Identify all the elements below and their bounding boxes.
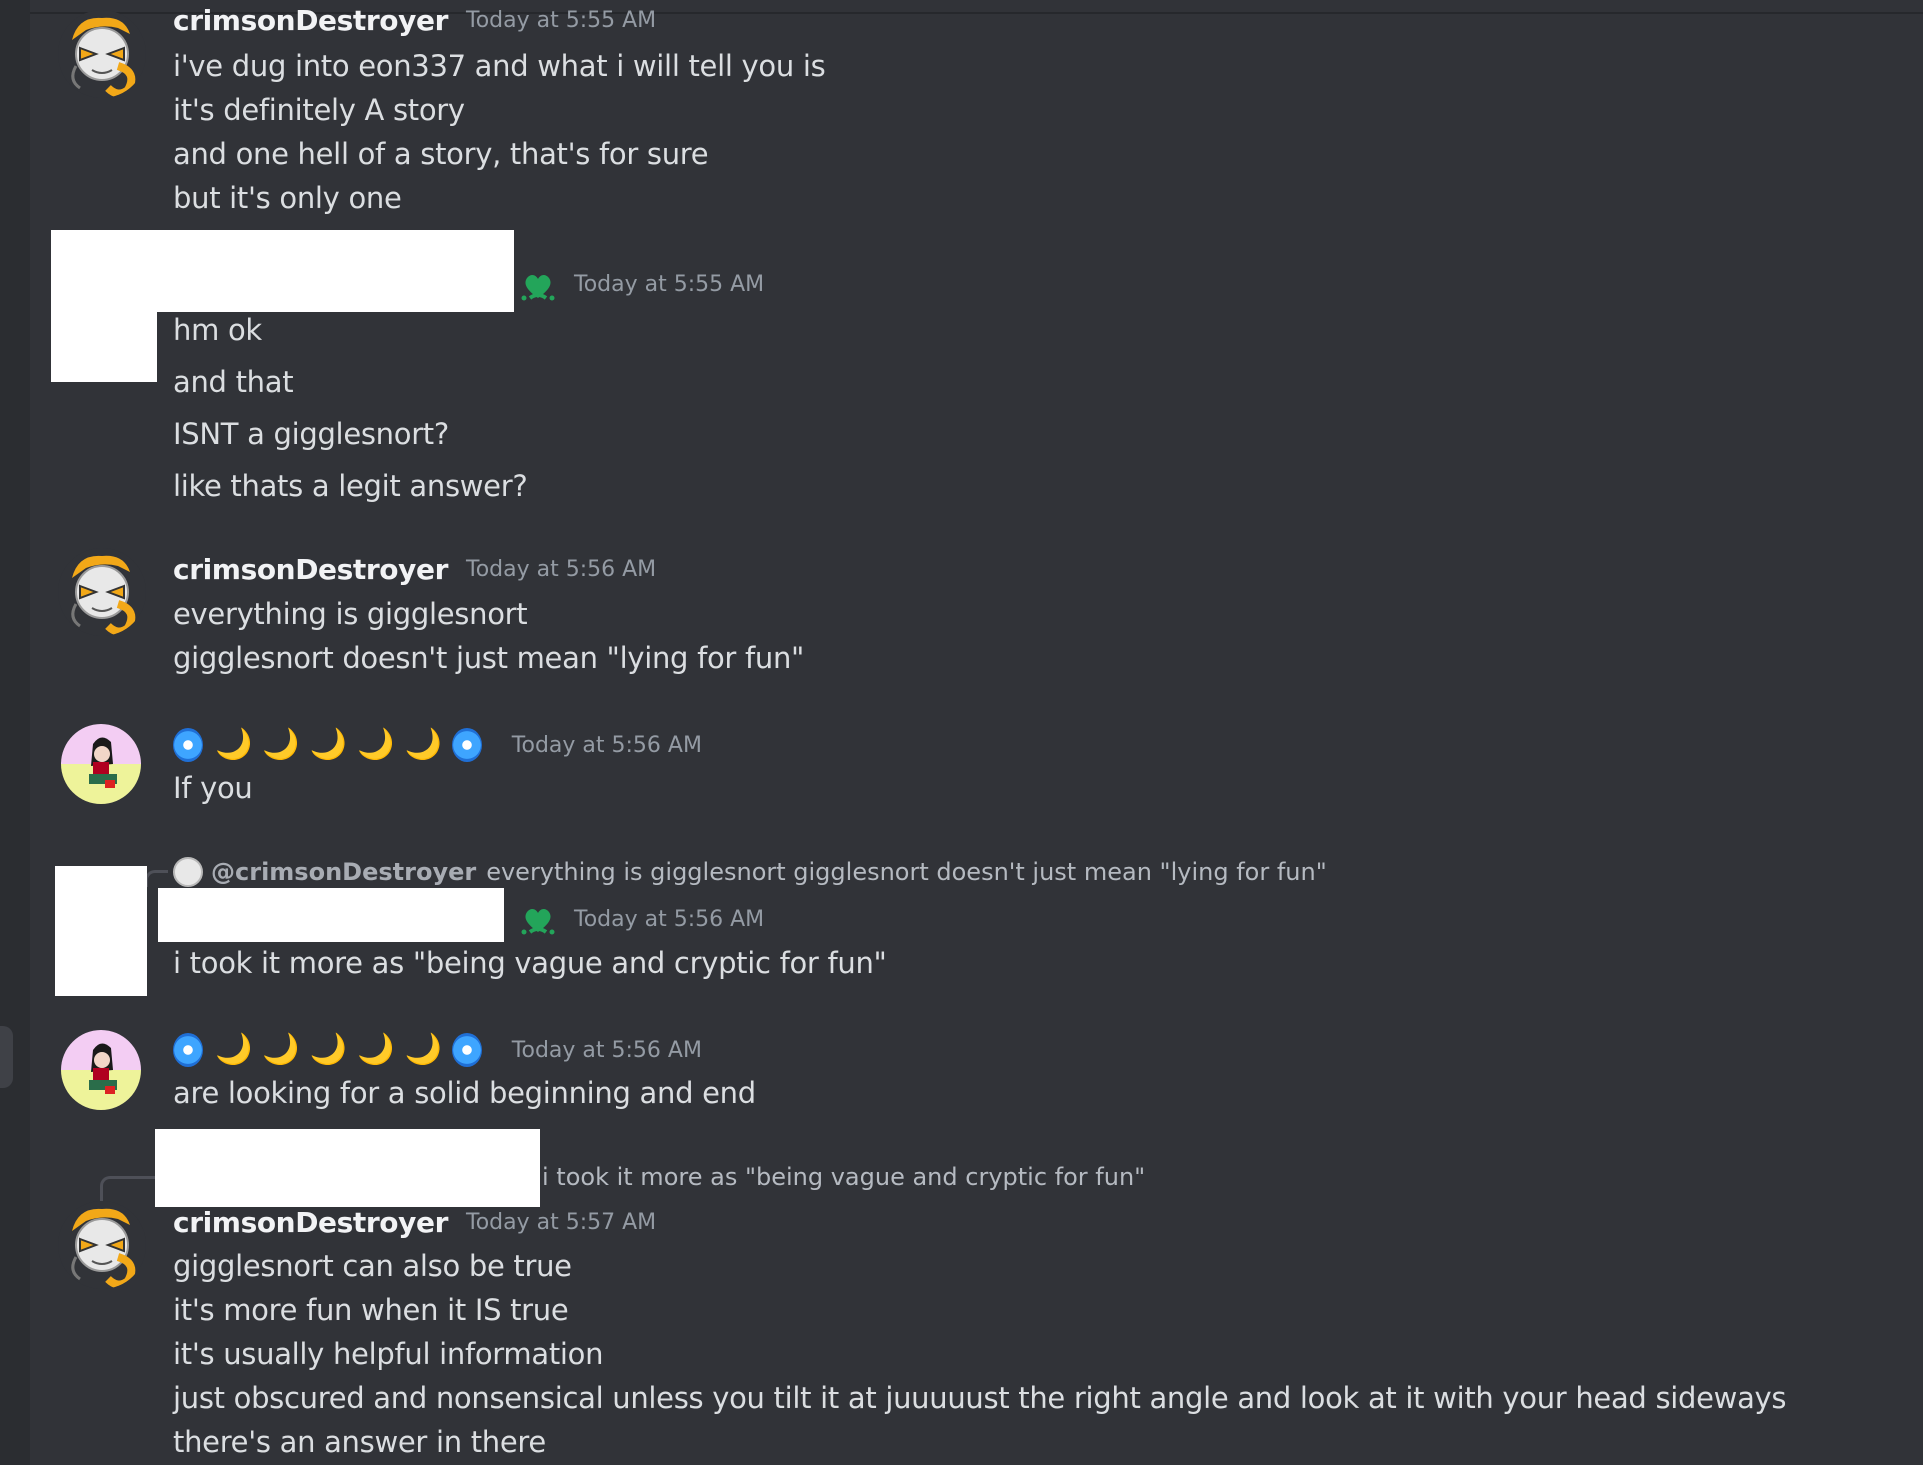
message-header: 🌙 🌙 🌙 🌙 🌙 Today at 5:56 AM — [173, 728, 702, 762]
avatar[interactable] — [61, 1030, 141, 1110]
crimson-avatar-icon — [58, 1201, 146, 1289]
message-line: If you — [173, 771, 253, 805]
redacted-username — [158, 888, 504, 942]
reply-text: i took it more as "being vague and crypt… — [542, 1163, 1146, 1191]
moon-emoji-icon: 🌙 — [309, 727, 348, 762]
moon-emoji-icon: 🌙 — [215, 1032, 253, 1067]
reply-mention[interactable]: @crimsonDestroyer — [211, 858, 476, 886]
cyclone-emoji-icon — [173, 1033, 203, 1067]
message-line: hm ok — [173, 313, 262, 347]
server-rail — [0, 0, 30, 1465]
timestamp[interactable]: Today at 5:56 AM — [512, 1038, 702, 1063]
message-line: are looking for a solid beginning and en… — [173, 1076, 756, 1110]
redacted-reply-author — [155, 1129, 540, 1207]
message-line: it's definitely A story — [173, 93, 465, 127]
role-icon[interactable] — [519, 902, 557, 940]
moon-avatar-icon — [89, 737, 117, 788]
reply-preview[interactable]: i took it more as "being vague and crypt… — [542, 1163, 1145, 1191]
moon-emoji-icon: 🌙 — [404, 1032, 442, 1067]
moon-emoji-icon: 🌙 — [262, 1032, 300, 1067]
cyclone-emoji-icon — [173, 728, 203, 762]
role-icon[interactable] — [519, 268, 557, 306]
message-line: everything is gigglesnort — [173, 597, 528, 631]
message-line: just obscured and nonsensical unless you… — [173, 1381, 1787, 1415]
message-line: i've dug into eon337 and what i will tel… — [173, 49, 826, 83]
username[interactable]: crimsonDestroyer — [173, 1206, 448, 1239]
reply-spine — [145, 870, 168, 887]
message-line: and that — [173, 365, 294, 399]
moon-emoji-icon: 🌙 — [309, 1032, 348, 1067]
message-line: ISNT a gigglesnort? — [173, 417, 449, 451]
message-line: but it's only one — [173, 181, 402, 215]
crimson-avatar-icon — [58, 10, 146, 98]
avatar[interactable] — [58, 10, 146, 98]
message-header: 🌙 🌙 🌙 🌙 🌙 Today at 5:56 AM — [173, 1033, 702, 1067]
username[interactable]: crimsonDestroyer — [173, 553, 448, 586]
rail-selection-pill[interactable] — [0, 1026, 13, 1088]
message-line: gigglesnort doesn't just mean "lying for… — [173, 641, 805, 675]
cyclone-emoji-icon — [451, 728, 482, 762]
redacted-avatar — [55, 866, 147, 996]
timestamp[interactable]: Today at 5:55 AM — [466, 8, 656, 33]
timestamp[interactable]: Today at 5:56 AM — [466, 557, 656, 582]
reply-text: everything is gigglesnort gigglesnort do… — [486, 858, 1327, 886]
crimson-avatar-icon — [58, 548, 146, 636]
message-header: crimsonDestroyer Today at 5:55 AM — [173, 4, 656, 37]
avatar[interactable] — [61, 724, 141, 804]
message-header: crimsonDestroyer Today at 5:56 AM — [173, 553, 656, 586]
message-line: it's more fun when it IS true — [173, 1293, 569, 1327]
avatar[interactable] — [58, 1201, 146, 1289]
cyclone-emoji-icon — [451, 1033, 482, 1067]
message-header: crimsonDestroyer Today at 5:57 AM — [173, 1206, 656, 1239]
message-line: it's usually helpful information — [173, 1337, 604, 1371]
timestamp[interactable]: Today at 5:55 AM — [574, 272, 764, 297]
moon-emoji-icon: 🌙 — [404, 727, 442, 762]
timestamp[interactable]: Today at 5:56 AM — [512, 733, 702, 758]
timestamp[interactable]: Today at 5:57 AM — [466, 1210, 656, 1235]
moon-emoji-icon: 🌙 — [215, 727, 253, 762]
username[interactable]: crimsonDestroyer — [173, 4, 448, 37]
message-line: there's an answer in there — [173, 1425, 546, 1459]
mini-avatar — [173, 857, 203, 887]
moon-emoji-icon: 🌙 — [357, 1032, 395, 1067]
moon-emoji-icon: 🌙 — [357, 727, 395, 762]
message-line: gigglesnort can also be true — [173, 1249, 572, 1283]
avatar[interactable] — [58, 548, 146, 636]
moon-emoji-icon: 🌙 — [262, 727, 300, 762]
moon-avatar-icon — [89, 1043, 117, 1094]
message-line: i took it more as "being vague and crypt… — [173, 946, 887, 980]
message-header: Today at 5:55 AM — [574, 272, 764, 297]
reply-preview[interactable]: @crimsonDestroyer everything is gigglesn… — [173, 857, 1327, 887]
message-header: Today at 5:56 AM — [574, 907, 764, 932]
timestamp[interactable]: Today at 5:56 AM — [574, 907, 764, 932]
redacted-avatar — [51, 300, 157, 382]
message-line: and one hell of a story, that's for sure — [173, 137, 709, 171]
message-line: like thats a legit answer? — [173, 469, 528, 503]
